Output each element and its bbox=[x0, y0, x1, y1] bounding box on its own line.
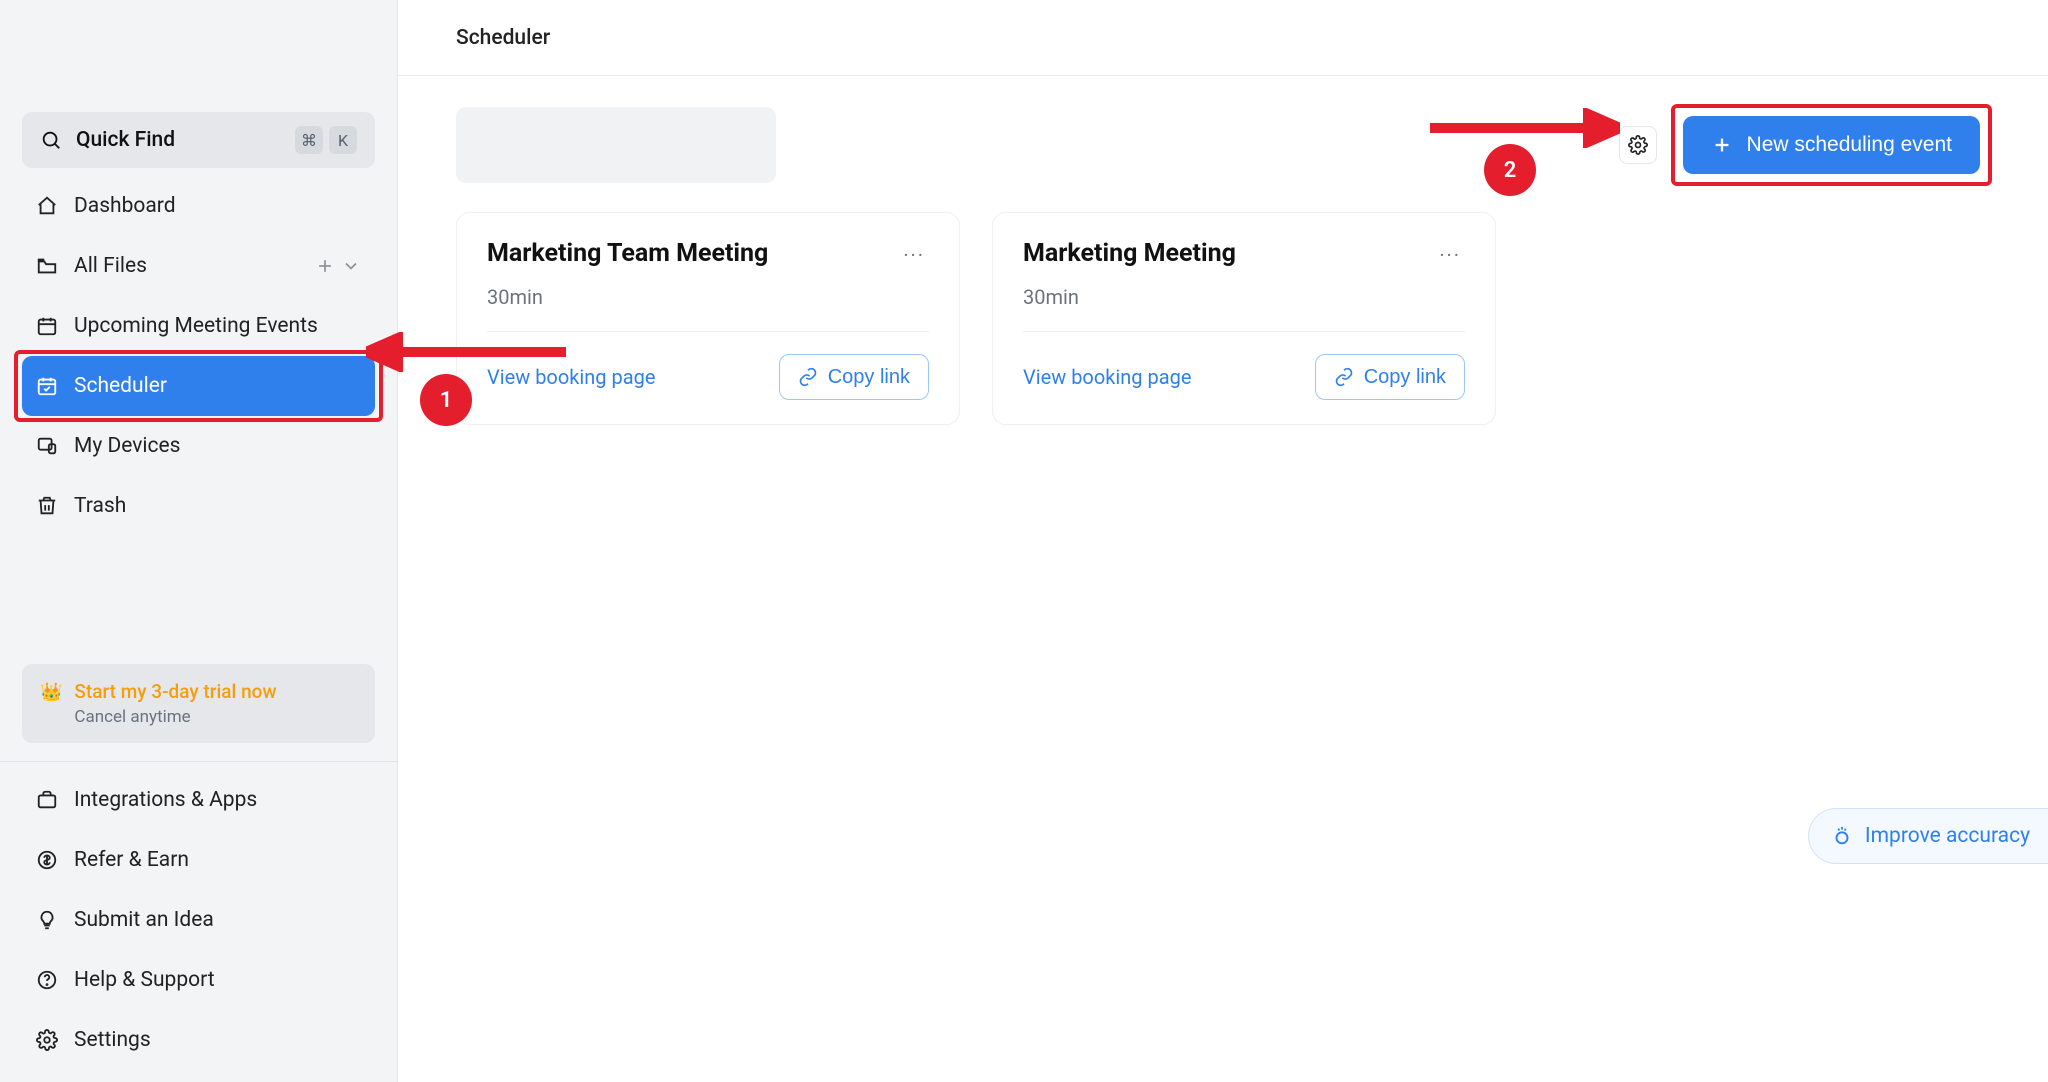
event-card-duration: 30min bbox=[487, 285, 929, 309]
sidebar-item-scheduler[interactable]: Scheduler bbox=[22, 356, 375, 416]
quick-find[interactable]: Quick Find ⌘ K bbox=[22, 112, 375, 168]
link-icon bbox=[798, 367, 818, 387]
scheduler-settings-button[interactable] bbox=[1619, 126, 1657, 164]
gear-icon bbox=[1628, 135, 1648, 155]
quick-find-shortcut: ⌘ K bbox=[295, 126, 357, 154]
event-card: Marketing Meeting ··· 30min View booking… bbox=[992, 212, 1496, 425]
event-card-duration: 30min bbox=[1023, 285, 1465, 309]
calendar-check-icon bbox=[36, 375, 58, 397]
dollar-icon bbox=[36, 849, 58, 871]
main: Scheduler New scheduling event bbox=[398, 0, 2048, 1082]
sidebar-item-label: Trash bbox=[74, 494, 361, 518]
sidebar-item-label: All Files bbox=[74, 254, 315, 278]
sidebar-item-label: My Devices bbox=[74, 434, 361, 458]
toolbar: New scheduling event bbox=[456, 106, 1990, 184]
gear-icon bbox=[36, 1029, 58, 1051]
sidebar-nav: Quick Find ⌘ K Dashboard All Files bbox=[0, 112, 397, 536]
shortcut-mod-key: ⌘ bbox=[295, 126, 323, 154]
event-card-title: Marketing Team Meeting bbox=[487, 239, 768, 268]
sidebar-item-all-files[interactable]: All Files bbox=[22, 236, 375, 296]
page-title: Scheduler bbox=[456, 26, 550, 50]
topbar: Scheduler bbox=[398, 0, 2048, 76]
sidebar: Quick Find ⌘ K Dashboard All Files bbox=[0, 0, 398, 1082]
search-icon bbox=[40, 129, 62, 151]
new-event-wrap: New scheduling event bbox=[1673, 106, 1990, 184]
new-event-label: New scheduling event bbox=[1747, 133, 1952, 157]
sidebar-item-upcoming-events[interactable]: Upcoming Meeting Events bbox=[22, 296, 375, 356]
toolbar-placeholder bbox=[456, 107, 776, 183]
card-menu-button[interactable]: ··· bbox=[1435, 239, 1465, 271]
view-booking-page-link[interactable]: View booking page bbox=[487, 365, 655, 389]
calendar-icon bbox=[36, 315, 58, 337]
sidebar-item-label: Scheduler bbox=[74, 374, 361, 398]
logo-area bbox=[0, 10, 397, 112]
copy-link-button[interactable]: Copy link bbox=[1315, 354, 1465, 400]
event-card-title: Marketing Meeting bbox=[1023, 239, 1236, 268]
view-booking-page-link[interactable]: View booking page bbox=[1023, 365, 1191, 389]
improve-accuracy-button[interactable]: Improve accuracy bbox=[1808, 808, 2048, 864]
sidebar-item-label: Integrations & Apps bbox=[74, 788, 361, 812]
devices-icon bbox=[36, 435, 58, 457]
crown-icon: 👑 bbox=[40, 682, 62, 727]
divider bbox=[1023, 331, 1465, 332]
sidebar-item-submit-idea[interactable]: Submit an Idea bbox=[22, 890, 375, 950]
copy-link-button[interactable]: Copy link bbox=[779, 354, 929, 400]
sidebar-item-label: Upcoming Meeting Events bbox=[74, 314, 361, 338]
trial-card[interactable]: 👑 Start my 3-day trial now Cancel anytim… bbox=[22, 664, 375, 743]
sidebar-item-label: Settings bbox=[74, 1028, 361, 1052]
plus-icon[interactable] bbox=[315, 256, 335, 276]
copy-link-label: Copy link bbox=[1364, 366, 1446, 389]
sidebar-item-label: Help & Support bbox=[74, 968, 361, 992]
link-icon bbox=[1334, 367, 1354, 387]
sidebar-item-integrations[interactable]: Integrations & Apps bbox=[22, 770, 375, 830]
sparkle-icon bbox=[1831, 825, 1853, 847]
logo-placeholder bbox=[22, 24, 375, 102]
improve-accuracy-label: Improve accuracy bbox=[1865, 824, 2030, 848]
divider bbox=[487, 331, 929, 332]
trial-subtitle: Cancel anytime bbox=[74, 707, 276, 727]
sidebar-item-label: Refer & Earn bbox=[74, 848, 361, 872]
new-scheduling-event-button[interactable]: New scheduling event bbox=[1683, 116, 1980, 174]
home-icon bbox=[36, 195, 58, 217]
cards-row: Marketing Team Meeting ··· 30min View bo… bbox=[456, 212, 1990, 425]
folder-icon bbox=[36, 255, 58, 277]
event-card: Marketing Team Meeting ··· 30min View bo… bbox=[456, 212, 960, 425]
sidebar-item-dashboard[interactable]: Dashboard bbox=[22, 176, 375, 236]
content: New scheduling event 2 Marketing Team Me… bbox=[398, 76, 2048, 455]
trial-title: Start my 3-day trial now bbox=[74, 680, 276, 703]
trash-icon bbox=[36, 495, 58, 517]
card-menu-button[interactable]: ··· bbox=[899, 239, 929, 271]
sidebar-bottom: Integrations & Apps Refer & Earn Submit … bbox=[0, 761, 397, 1082]
sidebar-item-label: Submit an Idea bbox=[74, 908, 361, 932]
all-files-trailing bbox=[315, 256, 361, 276]
help-icon bbox=[36, 969, 58, 991]
briefcase-icon bbox=[36, 789, 58, 811]
quick-find-label: Quick Find bbox=[76, 128, 295, 152]
sidebar-item-label: Dashboard bbox=[74, 194, 361, 218]
plus-icon bbox=[1711, 134, 1733, 156]
sidebar-item-refer[interactable]: Refer & Earn bbox=[22, 830, 375, 890]
sidebar-item-trash[interactable]: Trash bbox=[22, 476, 375, 536]
shortcut-letter-key: K bbox=[329, 126, 357, 154]
lightbulb-icon bbox=[36, 909, 58, 931]
sidebar-item-help[interactable]: Help & Support bbox=[22, 950, 375, 1010]
chevron-down-icon[interactable] bbox=[341, 256, 361, 276]
sidebar-item-settings[interactable]: Settings bbox=[22, 1010, 375, 1070]
sidebar-item-my-devices[interactable]: My Devices bbox=[22, 416, 375, 476]
copy-link-label: Copy link bbox=[828, 366, 910, 389]
